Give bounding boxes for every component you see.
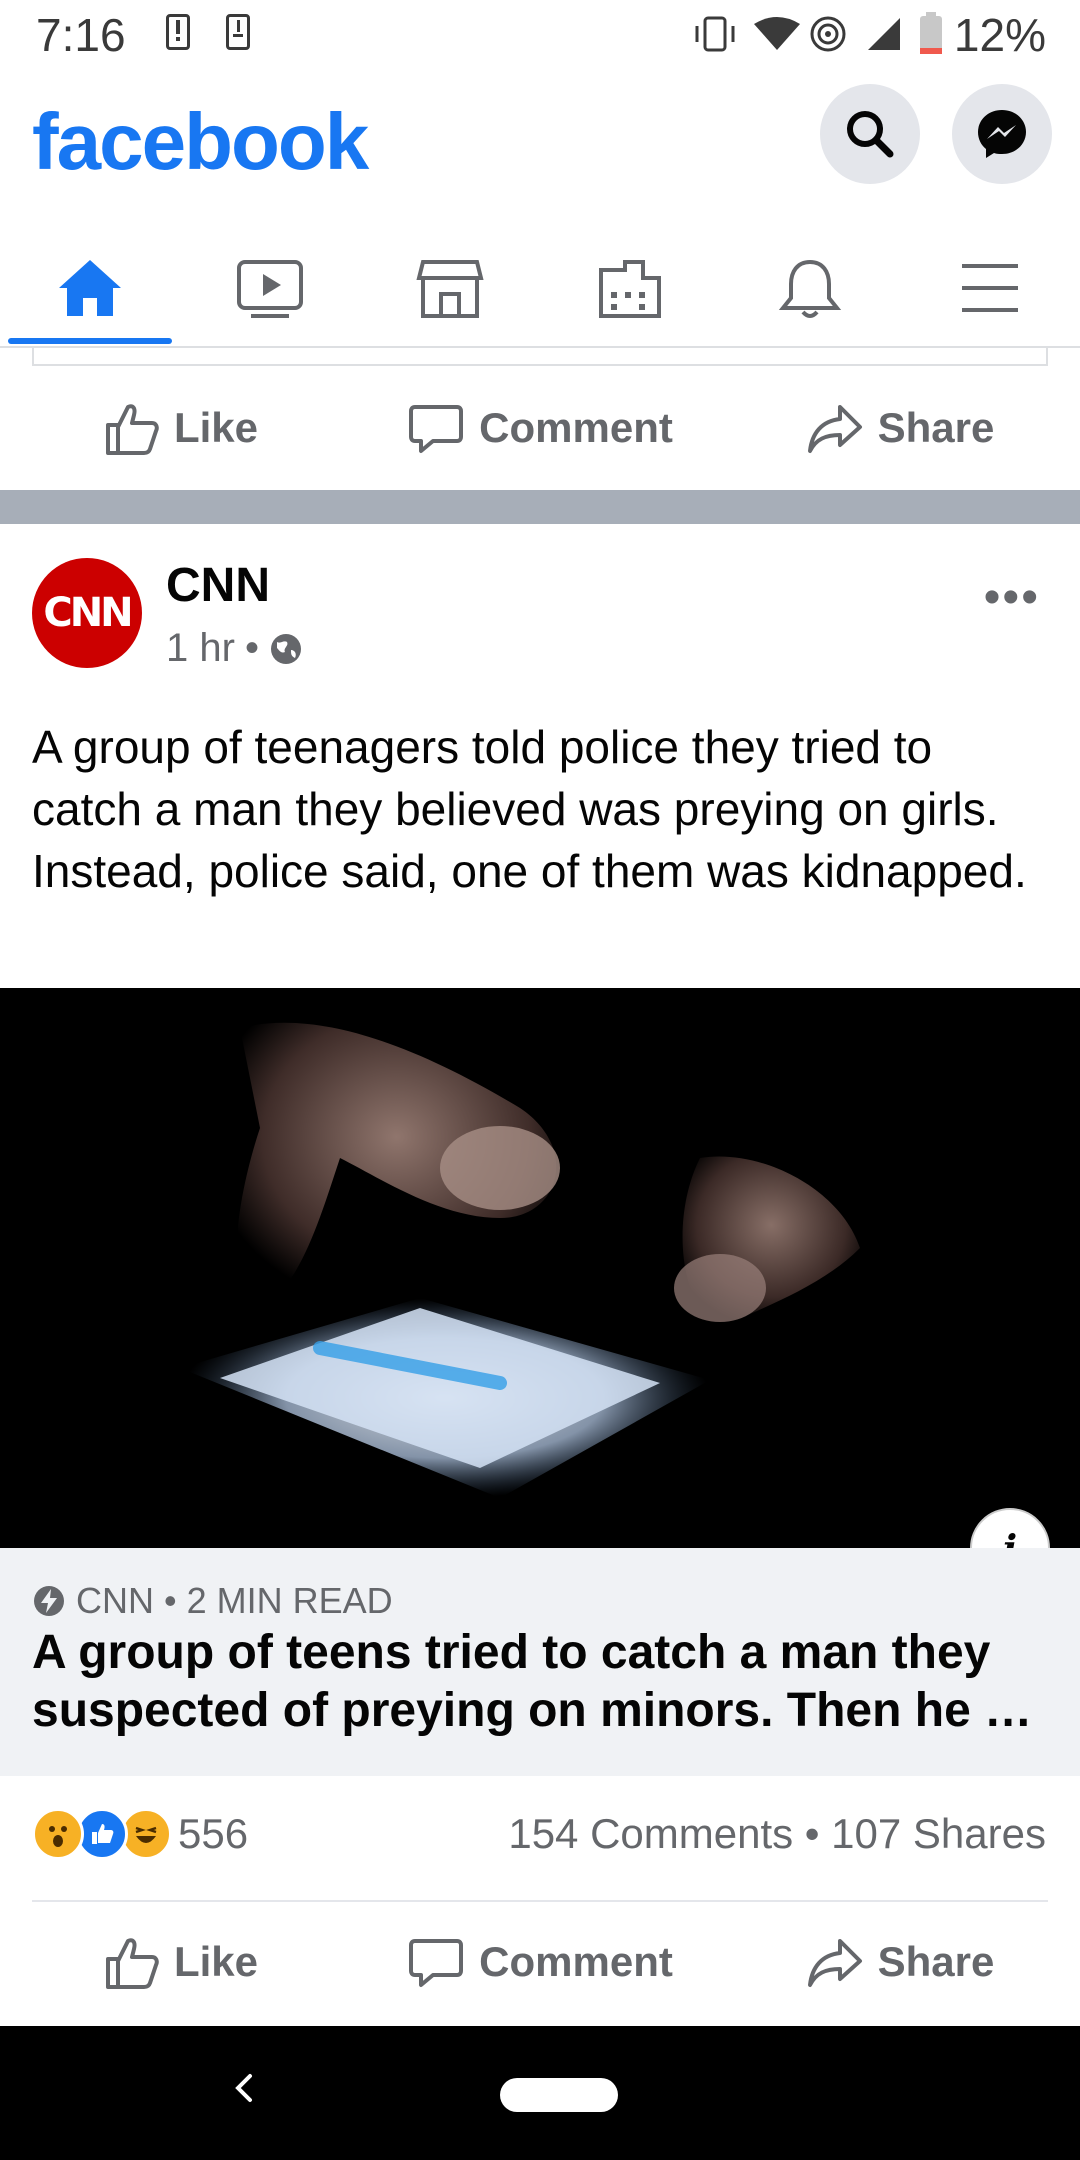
comment-button[interactable]: Comment	[360, 1933, 720, 1991]
share-icon	[807, 405, 862, 453]
like-label: Like	[173, 1938, 259, 1985]
reaction-count[interactable]: 556	[178, 1810, 248, 1858]
marketplace-icon	[416, 260, 484, 318]
vibrate-icon	[695, 16, 735, 52]
download-icon	[226, 14, 250, 50]
post-author[interactable]: CNN	[166, 558, 270, 613]
main-nav	[0, 230, 1080, 348]
active-tab-indicator	[8, 338, 172, 344]
post-meta: 1 hr •	[166, 626, 303, 671]
like-button[interactable]: Like	[0, 399, 360, 457]
avatar-logo-text: CNN	[43, 590, 133, 636]
status-bar: 7:16 12%	[0, 0, 1080, 72]
share-button[interactable]: Share	[720, 1933, 1080, 1991]
post-image[interactable]	[0, 988, 1080, 1548]
tab-notifications[interactable]	[720, 230, 900, 346]
comment-button[interactable]: Comment	[360, 399, 720, 457]
globe-icon	[270, 633, 301, 664]
hotspot-icon	[810, 16, 846, 52]
link-title[interactable]: A group of teens tried to catch a man th…	[32, 1624, 1052, 1740]
previous-post-card-edge	[32, 348, 1048, 366]
share-label: Share	[877, 404, 995, 451]
meta-separator: •	[244, 626, 259, 670]
messenger-button[interactable]	[952, 84, 1052, 184]
comment-icon	[409, 405, 464, 453]
previous-post-action-bar: Like Comment Share	[0, 368, 1080, 488]
like-icon	[105, 404, 159, 455]
wifi-icon	[754, 17, 800, 50]
messenger-icon	[978, 110, 1026, 158]
instant-article-bolt-icon	[34, 1586, 64, 1616]
link-source-text: CNN • 2 MIN READ	[76, 1580, 393, 1621]
post-time[interactable]: 1 hr	[166, 626, 235, 671]
groups-icon	[599, 260, 661, 318]
share-label: Share	[877, 1938, 995, 1985]
menu-icon	[962, 264, 1018, 312]
status-time: 7:16	[36, 9, 126, 61]
comment-label: Comment	[479, 404, 673, 451]
comment-label: Comment	[479, 1938, 673, 1985]
link-source: CNN • 2 MIN READ	[32, 1580, 393, 1622]
comment-icon	[409, 1939, 464, 1987]
tab-marketplace[interactable]	[360, 230, 540, 346]
search-icon	[847, 111, 894, 158]
post-action-bar: Like Comment Share	[0, 1902, 1080, 2022]
facebook-logo[interactable]: facebook	[32, 96, 369, 188]
like-label: Like	[173, 404, 259, 451]
search-button[interactable]	[820, 84, 920, 184]
signal-icon	[868, 18, 900, 50]
back-chevron-icon[interactable]	[224, 2068, 264, 2108]
tab-home[interactable]	[0, 230, 180, 346]
tab-watch[interactable]	[180, 230, 360, 346]
alert-icon	[166, 14, 190, 50]
battery-percent: 12%	[953, 9, 1046, 61]
feed-separator	[0, 490, 1080, 524]
comments-shares-count[interactable]: 154 Comments • 107 Shares	[508, 1810, 1046, 1858]
phone-in-hands-photo	[0, 988, 1080, 1548]
tab-groups[interactable]	[540, 230, 720, 346]
like-button[interactable]: Like	[0, 1933, 360, 1991]
wow-reaction-icon	[32, 1808, 84, 1860]
like-icon	[105, 1938, 159, 1989]
tab-menu[interactable]	[900, 230, 1080, 346]
share-icon	[807, 1939, 862, 1987]
share-button[interactable]: Share	[720, 399, 1080, 457]
reactions-summary[interactable]	[32, 1808, 172, 1860]
home-icon	[59, 260, 121, 316]
bell-icon	[778, 259, 842, 318]
battery-icon	[920, 12, 942, 54]
home-pill-button[interactable]	[500, 2078, 618, 2112]
more-options-button[interactable]: •••	[984, 570, 1040, 625]
cnn-avatar[interactable]: CNN	[32, 558, 142, 668]
post-text: A group of teenagers told police they tr…	[32, 721, 1027, 897]
watch-icon	[237, 260, 303, 318]
